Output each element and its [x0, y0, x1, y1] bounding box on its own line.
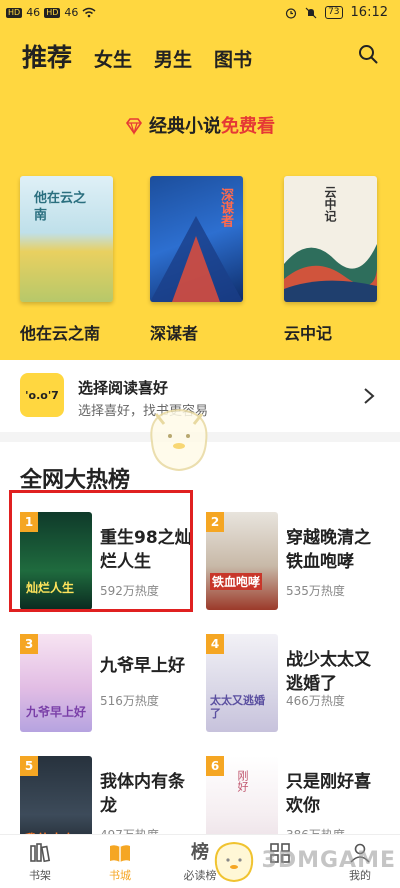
hd-badge: HD [6, 7, 23, 18]
free-classics-banner[interactable]: 经典小说免费看 [0, 112, 400, 138]
featured-book-2[interactable]: 深谋者 深谋者 [130, 176, 250, 344]
watermark: 3DMGAME [261, 848, 396, 873]
tab-female[interactable]: 女生 [94, 45, 132, 72]
featured-book-1[interactable]: 他在云之南 他在云之南 [0, 176, 120, 344]
banner-text: 经典小说 [149, 116, 221, 137]
preference-title: 选择阅读喜好 [78, 379, 169, 397]
book-title: 云中记 [284, 324, 333, 343]
diamond-icon [126, 118, 142, 135]
banner-highlight: 免费看 [221, 116, 275, 137]
ranking-icon: 榜 [191, 842, 209, 863]
tab-books[interactable]: 图书 [214, 45, 252, 72]
battery-level: 73 [325, 6, 343, 19]
book-name: 我体内有条龙 [100, 772, 185, 816]
nav-label: 书城 [109, 869, 131, 882]
selection-highlight [9, 490, 193, 612]
hot-list-item-4[interactable]: 太太又逃婚了 4 战少太太又逃婚了 466万热度 [206, 634, 386, 734]
book-name: 穿越晚清之铁血咆哮 [286, 528, 371, 572]
search-icon[interactable] [358, 44, 378, 64]
hot-list-item-3[interactable]: 九爷早上好 3 九爷早上好 516万热度 [20, 634, 200, 734]
heat-count: 535万热度 [286, 584, 345, 598]
cover-title: 云中记 [323, 186, 337, 222]
book-name: 战少太太又逃婚了 [286, 650, 371, 694]
book-cover[interactable]: 云中记 [284, 176, 377, 302]
rank-badge: 5 [20, 756, 38, 776]
book-cover[interactable]: 深谋者 [150, 176, 243, 302]
book-title: 深谋者 [150, 324, 199, 343]
nav-bookshelf[interactable]: 书架 [10, 841, 70, 883]
app-logo: 'o.o'7 [20, 373, 64, 417]
cover-title: 刚好 [236, 770, 249, 792]
rank-badge: 2 [206, 512, 224, 532]
cover-title: 铁血咆哮 [210, 573, 263, 590]
featured-book-3[interactable]: 云中记 云中记 [264, 176, 384, 344]
book-name: 九爷早上好 [100, 656, 185, 676]
signal-label: 46 [26, 6, 41, 19]
bookshelf-icon [30, 843, 51, 863]
rank-badge: 3 [20, 634, 38, 654]
cover-title: 太太又逃婚了 [210, 694, 265, 720]
rank-badge: 6 [206, 756, 224, 776]
alarm-icon [285, 7, 297, 19]
open-book-icon [110, 845, 130, 862]
heat-count: 516万热度 [100, 694, 159, 708]
cover-title: 深谋者 [218, 188, 233, 227]
mascot-icon [214, 841, 254, 883]
hot-list-item-2[interactable]: 铁血咆哮 2 穿越晚清之铁血咆哮 535万热度 [206, 512, 386, 612]
book-name: 只是刚好喜欢你 [286, 772, 371, 816]
mute-icon [305, 7, 317, 18]
tab-male[interactable]: 男生 [154, 45, 192, 72]
nav-bookstore[interactable]: 书城 [90, 841, 150, 883]
clock: 16:12 [350, 5, 388, 20]
cover-art [284, 244, 377, 302]
status-bar: HD 46 HD 46 73 16:12 [0, 0, 400, 28]
book-title: 他在云之南 [20, 324, 101, 343]
hd-badge-2: HD [44, 7, 61, 18]
rank-badge: 4 [206, 634, 224, 654]
nav-label: 书架 [29, 869, 51, 882]
book-cover[interactable]: 他在云之南 [20, 176, 113, 302]
signal-label-2: 46 [64, 6, 79, 19]
mascot-watermark-icon [150, 408, 208, 472]
heat-count: 466万热度 [286, 694, 345, 708]
tab-recommend[interactable]: 推荐 [22, 38, 72, 74]
top-tabs: 推荐 女生 男生 图书 [22, 38, 252, 74]
chevron-right-icon[interactable] [362, 386, 376, 406]
cover-title: 九爷早上好 [26, 705, 87, 719]
cover-art [150, 216, 243, 302]
wifi-icon [82, 7, 96, 18]
cover-title: 他在云之南 [34, 191, 87, 223]
